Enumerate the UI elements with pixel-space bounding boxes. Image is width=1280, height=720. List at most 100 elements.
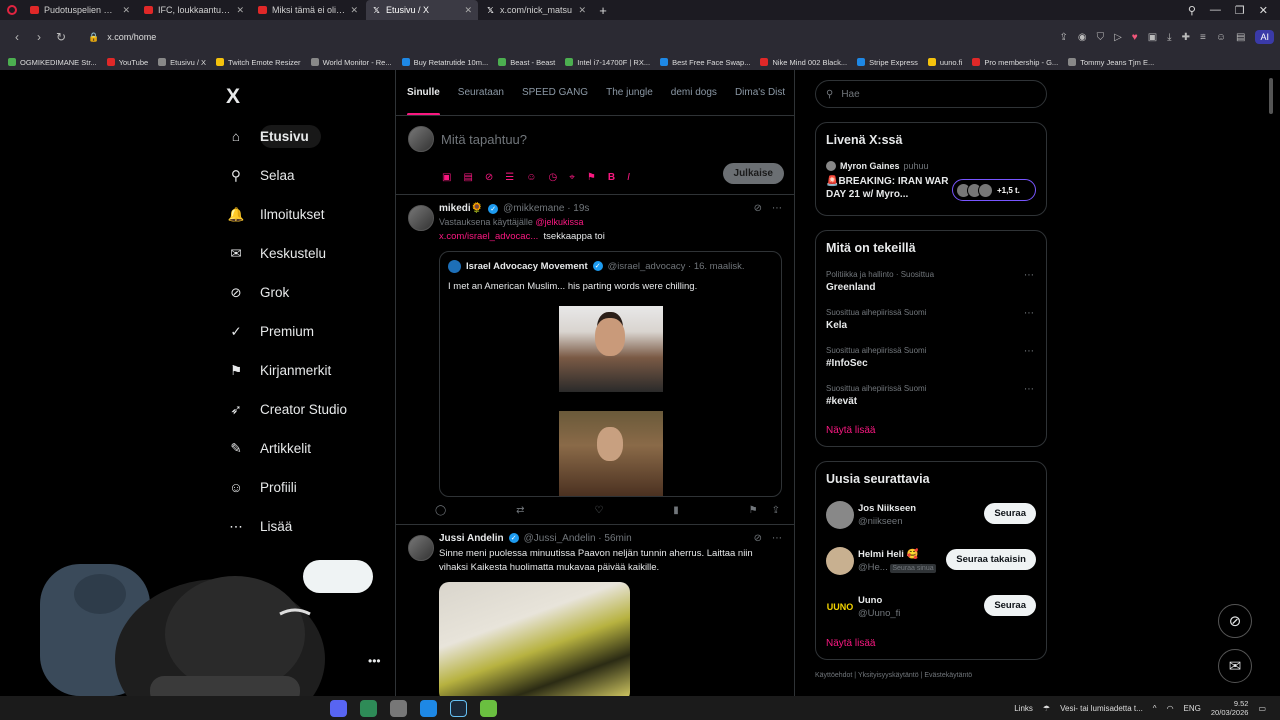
browser-tab[interactable]: 𝕏x.com/nick_matsu ✕ [480,0,592,20]
show-more-link[interactable]: Näytä lisää [826,638,1036,649]
follow-button[interactable]: Seuraa [984,503,1036,524]
bookmark-item[interactable]: Best Free Face Swap... [660,58,750,67]
post-handle[interactable]: @Jussi_Andelin · 56min [524,533,632,544]
share-icon[interactable]: ⇪ [772,505,780,516]
tab-list[interactable]: The jungle [606,70,653,115]
bookmark-item[interactable]: Buy Retatrutide 10m... [401,58,488,67]
image-icon[interactable]: ▣ [442,172,451,183]
nav-home[interactable]: ⌂ Etusivu [218,117,388,156]
post[interactable]: mikedi🌻 ✓ @mikkemane · 19s ⊘ ⋯ Vastaukse… [396,195,794,525]
follow-suggestion[interactable]: UUNO Uuno @Uuno_fi Seuraa [826,590,1036,624]
nav-profile[interactable]: ☺ Profiili [218,468,388,507]
close-icon[interactable]: ✕ [236,5,244,16]
more-icon[interactable]: ⋯ [1024,346,1034,357]
share-icon[interactable]: ⇪ [1059,32,1067,43]
nav-articles[interactable]: ✎ Artikkelit [218,429,388,468]
avatar[interactable] [408,205,434,231]
cube-icon[interactable]: ▣ [1148,32,1157,43]
profile-icon[interactable]: ☺ [1216,32,1226,43]
messages-fab[interactable]: ✉ [1218,649,1252,683]
bookmark-item[interactable]: OGMIKEDIMANE Str... [8,58,97,67]
emoji-icon[interactable]: ☺ [526,172,536,183]
url-field[interactable]: 🔒 x.com/home [82,26,162,48]
close-window-icon[interactable]: ✕ [1259,4,1268,17]
edge-icon[interactable] [420,699,437,717]
more-icon[interactable]: ⋯ [1024,384,1034,395]
avatar[interactable] [408,534,434,561]
browser-tab-active[interactable]: 𝕏 Etusivu / X ✕ [366,0,478,20]
bookmark-icon[interactable]: ⚑ [749,505,758,516]
grok-icon[interactable]: ⊘ [485,172,493,183]
compose-input[interactable]: Mitä tapahtuu? [441,132,527,147]
trend-item[interactable]: Suosittua aihepiirissä Suomi #kevät ⋯ [826,384,1036,407]
camera-icon[interactable]: ◉ [1078,32,1087,43]
nav-creator-studio[interactable]: ➶ Creator Studio [218,390,388,429]
search-icon[interactable]: ⚲ [1188,4,1196,17]
bold-icon[interactable]: B [608,172,615,183]
wifi-icon[interactable]: ◠ [1167,704,1174,713]
chevron-up-icon[interactable]: ^ [1153,704,1157,713]
close-icon[interactable]: ✕ [578,5,586,16]
bookmark-item[interactable]: Etusivu / X [158,58,206,67]
nav-grok[interactable]: ⊘ Grok [218,273,388,312]
browser-tab[interactable]: Miksi tämä ei olisi Patrik L✕ [252,0,364,20]
maximize-icon[interactable]: ❐ [1235,4,1245,17]
flag-icon[interactable]: ⚑ [587,172,596,183]
bookmark-item[interactable]: Intel i7-14700F | RX... [565,58,650,67]
bookmark-item[interactable]: Tommy Jeans Tjm E... [1068,58,1154,67]
views-icon[interactable]: ▮ [673,505,679,516]
publish-button[interactable]: Julkaise [722,163,784,184]
tab-list[interactable]: SPEED GANG [522,70,588,115]
post[interactable]: Jussi Andelin ✓ @Jussi_Andelin · 56min ⊘… [396,525,794,696]
heart-icon[interactable]: ♥ [1132,32,1138,43]
live-headline[interactable]: 🚨BREAKING: IRAN WAR DAY 21 w/ Myro... [826,175,951,201]
nav-more[interactable]: ⋯ Lisää [218,507,388,546]
download-icon[interactable]: ⤓ [1167,32,1171,43]
ai-button[interactable]: AI [1255,30,1274,44]
menu-icon[interactable]: ≡ [1200,32,1206,43]
close-icon[interactable]: ✕ [122,5,130,16]
tab-list[interactable]: Dima's Dist [735,70,785,115]
follow-back-button[interactable]: Seuraa takaisin [946,549,1036,570]
nav-notifications[interactable]: 🔔 Ilmoitukset [218,195,388,234]
search-input[interactable]: ⚲ Hae [815,80,1047,108]
new-tab-button[interactable]: + [594,3,612,18]
repost-icon[interactable]: ⇄ [516,505,524,516]
minimize-icon[interactable]: — [1210,4,1221,17]
reload-button[interactable]: ↻ [50,30,72,44]
bookmark-item[interactable]: Twitch Emote Resizer [216,58,301,67]
more-icon[interactable]: ⋯ [1024,270,1034,281]
discord-icon[interactable] [330,699,347,717]
italic-icon[interactable]: I [627,172,630,183]
account-menu-icon[interactable]: ••• [368,654,381,668]
follow-suggestion[interactable]: Jos Niikseen @niikseen Seuraa [826,498,1036,532]
post-link[interactable]: x.com/israel_advocac... [439,231,538,242]
follow-suggestion[interactable]: Helmi Heli 🥰 @He... Seuraa sinua Seuraa t… [826,544,1036,578]
post-image[interactable] [439,582,630,696]
bookmark-item[interactable]: Pro membership - G... [972,58,1058,67]
show-more-link[interactable]: Näytä lisää [826,425,1036,436]
poll-icon[interactable]: ☰ [505,172,514,183]
sidebar-icon[interactable]: ▤ [1236,32,1245,43]
shield-icon[interactable]: ⛉ [1097,32,1105,43]
video-thumbnail[interactable] [559,305,663,392]
grok-icon[interactable]: ⊘ [754,533,762,544]
extension-icon[interactable]: ✚ [1182,32,1190,43]
trend-item[interactable]: Suosittua aihepiirissä Suomi #InfoSec ⋯ [826,346,1036,369]
bookmark-item[interactable]: YouTube [106,58,148,67]
nav-bookmarks[interactable]: ⚑ Kirjanmerkit [218,351,388,390]
gif-icon[interactable]: ▤ [463,172,472,183]
browser-tab[interactable]: Pudotuspelien ekan kierr✕ [24,0,136,20]
bookmark-item[interactable]: World Monitor - Re... [310,58,392,67]
close-icon[interactable]: ✕ [350,5,358,16]
trend-item[interactable]: Suosittua aihepiirissä Suomi Kela ⋯ [826,308,1036,331]
clock[interactable]: 9.52 20/03/2026 [1211,699,1249,717]
bookmark-item[interactable]: uuno.fi [927,58,962,67]
grok-icon[interactable]: ⊘ [754,203,762,214]
quoted-post[interactable]: Israel Advocacy Movement ✓ @israel_advoc… [439,250,782,497]
browser-tab[interactable]: IFC, loukkaantuminen & V✕ [138,0,250,20]
reply-to-link[interactable]: @jelkukissa [535,217,583,227]
app-icon[interactable] [390,699,407,717]
nav-explore[interactable]: ⚲ Selaa [218,156,388,195]
bookmark-item[interactable]: Beast - Beast [498,58,555,67]
